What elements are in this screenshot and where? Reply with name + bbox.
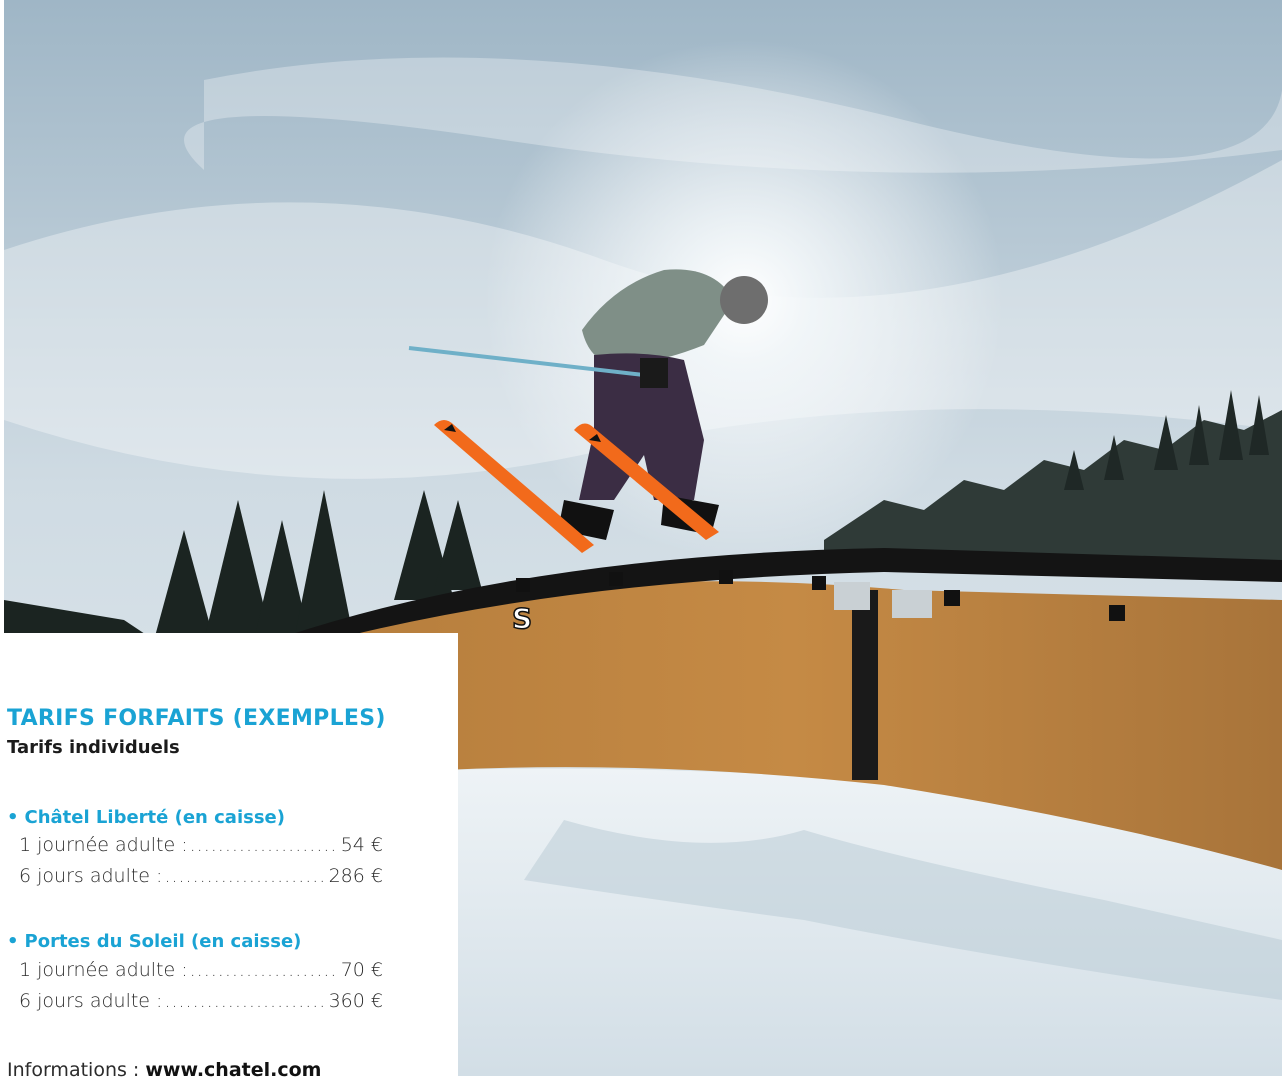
panel-subtitle: Tarifs individuels xyxy=(7,737,180,758)
price-label: 1 journée adulte : xyxy=(19,959,188,981)
leader-dots xyxy=(164,990,326,1012)
svg-text:S: S xyxy=(512,602,532,635)
price-row: 6 jours adulte : 360 € xyxy=(19,990,383,1012)
bullet: • xyxy=(7,931,19,952)
info-link[interactable]: www.chatel.com xyxy=(145,1059,321,1081)
price-row: 6 jours adulte : 286 € xyxy=(19,865,383,887)
price-value: 70 € xyxy=(340,959,383,981)
price-row: 1 journée adulte : 54 € xyxy=(19,834,383,856)
group-title-chatel-liberte: • Châtel Liberté (en caisse) xyxy=(7,807,285,828)
price-label: 1 journée adulte : xyxy=(19,834,188,856)
group-title-text: Châtel Liberté (en caisse) xyxy=(24,807,285,828)
price-row: 1 journée adulte : 70 € xyxy=(19,959,383,981)
price-value: 286 € xyxy=(328,865,383,887)
price-value: 54 € xyxy=(340,834,383,856)
info-line: Informations : www.chatel.com xyxy=(7,1059,321,1081)
pricing-panel: TARIFS FORFAITS (EXEMPLES) Tarifs indivi… xyxy=(0,633,458,1081)
leader-dots xyxy=(190,834,339,856)
leader-dots xyxy=(190,959,339,981)
bullet: • xyxy=(7,807,19,828)
group-title-text: Portes du Soleil (en caisse) xyxy=(24,931,302,952)
group-title-portes-du-soleil: • Portes du Soleil (en caisse) xyxy=(7,931,301,952)
price-label: 6 jours adulte : xyxy=(19,990,163,1012)
price-value: 360 € xyxy=(328,990,383,1012)
leader-dots xyxy=(164,865,326,887)
price-label: 6 jours adulte : xyxy=(19,865,163,887)
info-label: Informations : xyxy=(7,1059,146,1081)
panel-title: TARIFS FORFAITS (EXEMPLES) xyxy=(7,706,386,731)
